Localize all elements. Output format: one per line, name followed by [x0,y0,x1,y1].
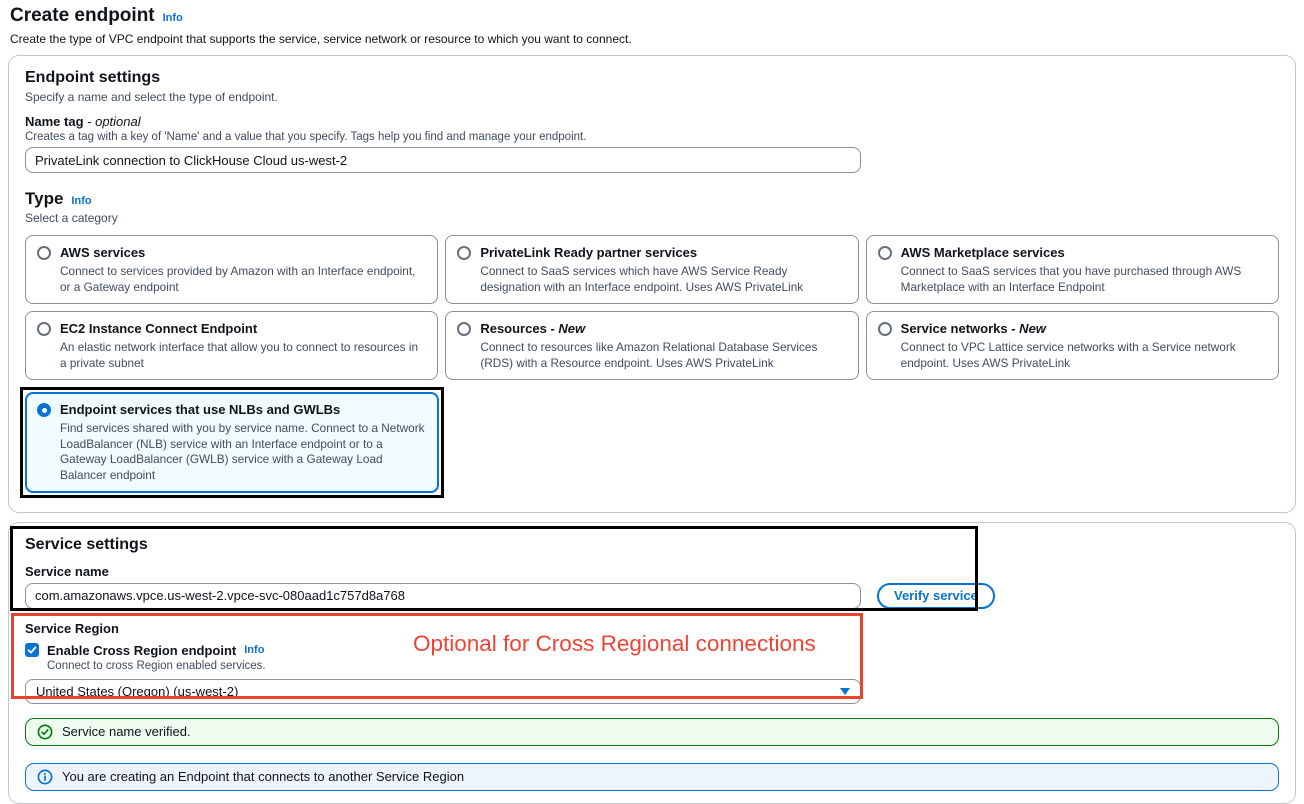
chevron-down-icon [840,688,850,695]
endpoint-settings-heading: Endpoint settings [25,69,1279,87]
page-subtitle: Create the type of VPC endpoint that sup… [10,32,1292,46]
success-check-circle-icon [37,724,53,740]
enable-cross-region-label: Enable Cross Region endpoint [47,643,236,658]
service-verified-banner: Service name verified. [25,718,1279,746]
option-description: Connect to VPC Lattice service networks … [901,340,1267,371]
service-region-selected-value: United States (Oregon) (us-west-2) [36,684,238,699]
service-region-select[interactable]: United States (Oregon) (us-west-2) [25,679,861,704]
service-name-input[interactable] [25,583,861,609]
radio-icon[interactable] [878,246,892,260]
option-title-text: Service networks [901,321,1008,336]
type-option-marketplace[interactable]: AWS Marketplace services Connect to SaaS… [866,235,1279,304]
service-settings-card: Service settings Service name Verify ser… [8,522,1296,804]
name-tag-label: Name tag - optional [25,114,1279,129]
cross-region-info-banner: You are creating an Endpoint that connec… [25,763,1279,791]
radio-icon[interactable] [37,322,51,336]
verify-service-button[interactable]: Verify service [877,583,995,609]
type-option-privatelink-partner[interactable]: PrivateLink Ready partner services Conne… [445,235,858,304]
info-circle-icon [37,769,53,785]
type-info-link[interactable]: Info [71,195,91,207]
name-tag-input[interactable] [25,147,861,173]
endpoint-settings-card: Endpoint settings Specify a name and sel… [8,55,1296,513]
cross-region-info-message: You are creating an Endpoint that connec… [62,769,464,784]
type-option-endpoint-services-nlb-gwlb[interactable]: Endpoint services that use NLBs and GWLB… [25,392,439,492]
type-option-grid: AWS services Connect to services provide… [25,235,1279,380]
radio-icon[interactable] [457,246,471,260]
type-option-aws-services[interactable]: AWS services Connect to services provide… [25,235,438,304]
service-settings-heading: Service settings [25,536,1279,554]
option-title: Resources - New [480,321,585,336]
service-verified-message: Service name verified. [62,724,191,739]
type-description: Select a category [25,211,1279,225]
radio-icon[interactable] [37,246,51,260]
name-tag-help: Creates a tag with a key of 'Name' and a… [25,131,1279,143]
option-title-text: Resources [480,321,546,336]
cross-region-help: Connect to cross Region enabled services… [47,660,1279,672]
page-title: Create endpoint [10,5,155,27]
endpoint-settings-description: Specify a name and select the type of en… [25,90,1279,104]
page-title-info-link[interactable]: Info [163,12,183,24]
type-option-resources[interactable]: Resources - New Connect to resources lik… [445,311,858,380]
option-title: Service networks - New [901,321,1046,336]
option-title-suffix: - New [550,321,585,336]
name-tag-label-text: Name tag [25,114,84,129]
option-title: EC2 Instance Connect Endpoint [60,321,257,336]
radio-icon[interactable] [878,322,892,336]
option-title: PrivateLink Ready partner services [480,245,697,260]
option-description: Connect to SaaS services which have AWS … [480,264,846,295]
cross-region-info-link[interactable]: Info [244,644,264,656]
option-title: AWS Marketplace services [901,245,1065,260]
option-description: Connect to services provided by Amazon w… [60,264,426,295]
type-option-ec2-instance-connect[interactable]: EC2 Instance Connect Endpoint An elastic… [25,311,438,380]
type-option-service-networks[interactable]: Service networks - New Connect to VPC La… [866,311,1279,380]
service-name-label: Service name [25,564,1279,579]
option-description: Find services shared with you by service… [60,421,427,483]
service-region-label: Service Region [25,621,1279,636]
option-description: Connect to SaaS services that you have p… [901,264,1267,295]
radio-icon[interactable] [457,322,471,336]
enable-cross-region-checkbox[interactable] [25,643,39,657]
option-title: AWS services [60,245,145,260]
page-header: Create endpoint Info Create the type of … [0,0,1304,46]
selected-option-annotation-box: Endpoint services that use NLBs and GWLB… [20,387,444,497]
option-description: An elastic network interface that allow … [60,340,426,371]
check-icon [27,645,37,655]
type-heading: Type [25,189,63,209]
option-title: Endpoint services that use NLBs and GWLB… [60,402,340,417]
option-description: Connect to resources like Amazon Relatio… [480,340,846,371]
option-title-suffix: - New [1011,321,1046,336]
name-tag-optional-text: - optional [87,114,140,129]
radio-checked-icon[interactable] [37,403,51,417]
